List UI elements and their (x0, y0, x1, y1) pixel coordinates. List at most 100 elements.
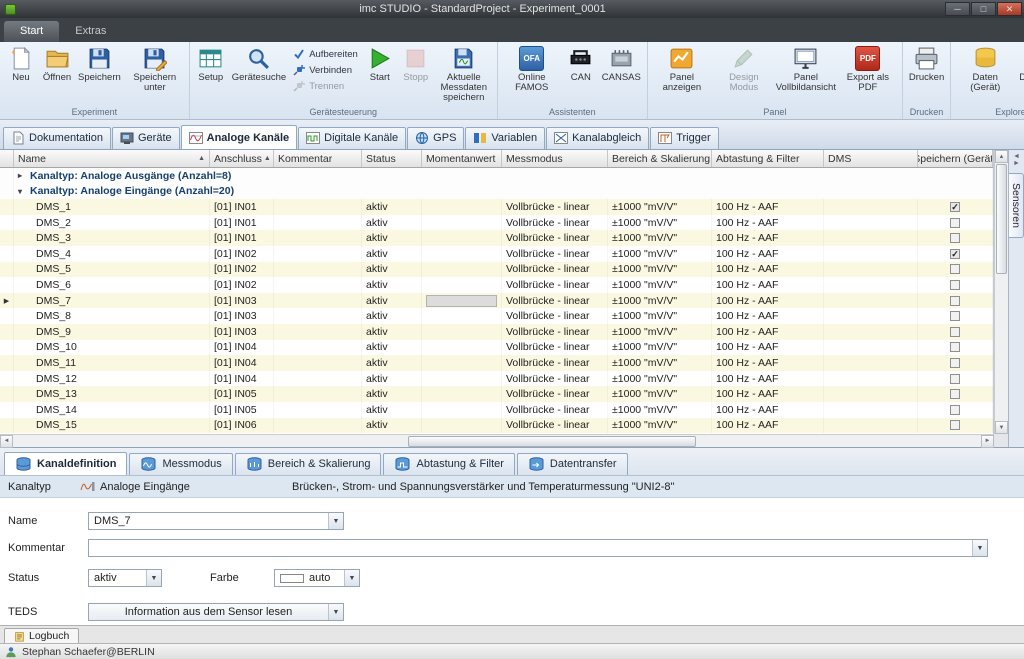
speichern-checkbox[interactable] (950, 389, 960, 399)
column-header-speichern-geraet[interactable]: Speichern (Gerät) (918, 150, 993, 167)
channel-row[interactable]: DMS_4[01] IN02aktivVollbrücke - linear±1… (0, 246, 993, 262)
speichern-checkbox[interactable] (950, 327, 960, 337)
aktuelle-messdaten-speichern-button[interactable]: Aktuelle Messdaten speichern (434, 44, 494, 106)
channel-row[interactable]: DMS_11[01] IN04aktivVollbrücke - linear±… (0, 355, 993, 371)
collapse-strip-icon[interactable]: ◄ (1013, 153, 1020, 160)
design-modus-button[interactable]: Design Modus (713, 44, 775, 106)
channel-row[interactable]: DMS_13[01] IN05aktivVollbrücke - linear±… (0, 386, 993, 402)
speichern-checkbox[interactable] (950, 280, 960, 290)
chevron-down-icon[interactable]: ▼ (972, 540, 987, 556)
status-combobox[interactable]: aktiv ▼ (88, 569, 162, 587)
channel-row[interactable]: DMS_5[01] IN02aktivVollbrücke - linear±1… (0, 262, 993, 278)
detail-tab-datentransfer[interactable]: Datentransfer (517, 453, 628, 475)
speichern-button[interactable]: Speichern (75, 44, 124, 106)
speichern-checkbox[interactable] (950, 233, 960, 243)
column-header-bereich-skalierung[interactable]: Bereich & Skalierung (608, 150, 712, 167)
table-group-row[interactable]: ▾Kanaltyp: Analoge Eingänge (Anzahl=20) (0, 184, 993, 200)
column-header-name[interactable]: Name▲ (14, 150, 210, 167)
column-header-momentanwert[interactable]: Momentanwert (422, 150, 502, 167)
column-header-kommentar[interactable]: Kommentar (274, 150, 362, 167)
collapse-group-icon[interactable]: ▾ (18, 187, 30, 196)
ribbon-tab-start[interactable]: Start (4, 21, 59, 42)
daten-pc-button[interactable]: Daten (PC) (1016, 44, 1024, 106)
close-button[interactable]: ✕ (997, 2, 1022, 16)
channel-row[interactable]: DMS_15[01] IN06aktivVollbrücke - linear±… (0, 418, 993, 434)
detail-tab-kanaldefinition[interactable]: Kanaldefinition (4, 452, 127, 475)
panel-anzeigen-button[interactable]: Panel anzeigen (651, 44, 713, 106)
tab-kanalabgleich[interactable]: Kanalabgleich (546, 127, 649, 149)
vertical-scroll-thumb[interactable] (996, 164, 1007, 274)
expand-strip-icon[interactable]: ► (1013, 160, 1020, 167)
kommentar-combobox[interactable]: ▼ (88, 539, 988, 557)
channel-row[interactable]: ▶DMS_7[01] IN03aktivVollbrücke - linear±… (0, 293, 993, 309)
channel-row[interactable]: DMS_14[01] IN05aktivVollbrücke - linear±… (0, 402, 993, 418)
detail-tab-abtastung-filter[interactable]: Abtastung & Filter (383, 453, 514, 475)
tab-digitale-kanaele[interactable]: Digitale Kanäle (298, 127, 406, 149)
momentanwert-editor[interactable] (426, 295, 497, 307)
tab-analoge-kanaele[interactable]: Analoge Kanäle (181, 125, 298, 149)
detail-tab-messmodus[interactable]: Messmodus (129, 453, 232, 475)
tab-dokumentation[interactable]: Dokumentation (3, 127, 111, 149)
channel-row[interactable]: DMS_3[01] IN01aktivVollbrücke - linear±1… (0, 230, 993, 246)
channel-row[interactable]: DMS_8[01] IN03aktivVollbrücke - linear±1… (0, 308, 993, 324)
channel-row[interactable]: DMS_6[01] IN02aktivVollbrücke - linear±1… (0, 277, 993, 293)
chevron-down-icon[interactable]: ▼ (328, 513, 343, 529)
chevron-down-icon[interactable]: ▼ (344, 570, 359, 586)
can-button[interactable]: CAN (563, 44, 599, 106)
channel-row[interactable]: DMS_9[01] IN03aktivVollbrücke - linear±1… (0, 324, 993, 340)
column-header-dms[interactable]: DMS (824, 150, 918, 167)
speichern-unter-button[interactable]: Speichern unter (124, 44, 186, 106)
minimize-button[interactable]: ─ (945, 2, 970, 16)
online-famos-button[interactable]: OFA Online FAMOS (501, 44, 563, 106)
setup-button[interactable]: Setup (193, 44, 229, 106)
channel-row[interactable]: DMS_10[01] IN04aktivVollbrücke - linear±… (0, 340, 993, 356)
scroll-up-icon[interactable]: ▲ (995, 150, 1008, 163)
verbinden-button[interactable]: Verbinden (293, 64, 358, 76)
channel-row[interactable]: DMS_2[01] IN01aktivVollbrücke - linear±1… (0, 215, 993, 231)
vertical-scrollbar[interactable]: ▲ ▼ (994, 150, 1008, 434)
sensoren-side-tab[interactable]: Sensoren (1009, 173, 1024, 238)
speichern-checkbox[interactable] (950, 405, 960, 415)
scroll-left-icon[interactable]: ◄ (0, 435, 13, 448)
speichern-checkbox[interactable] (950, 342, 960, 352)
tab-trigger[interactable]: Trigger (650, 127, 718, 149)
scroll-right-icon[interactable]: ► (981, 435, 994, 448)
channel-row[interactable]: DMS_12[01] IN04aktivVollbrücke - linear±… (0, 371, 993, 387)
speichern-checkbox[interactable] (950, 264, 960, 274)
stopp-button[interactable]: Stopp (398, 44, 434, 106)
table-group-row[interactable]: ▸Kanaltyp: Analoge Ausgänge (Anzahl=8) (0, 168, 993, 184)
trennen-button[interactable]: Trennen (293, 80, 358, 92)
geraetesuche-button[interactable]: Gerätesuche (229, 44, 289, 106)
channel-row[interactable]: DMS_1[01] IN01aktivVollbrücke - linear±1… (0, 199, 993, 215)
start-button[interactable]: Start (362, 44, 398, 106)
speichern-checkbox[interactable] (950, 218, 960, 228)
chevron-down-icon[interactable]: ▼ (146, 570, 161, 586)
speichern-checkbox[interactable] (950, 311, 960, 321)
speichern-checkbox[interactable] (950, 296, 960, 306)
neu-button[interactable]: Neu (3, 44, 39, 106)
column-header-status[interactable]: Status (362, 150, 422, 167)
speichern-checkbox[interactable] (950, 420, 960, 430)
name-combobox[interactable]: DMS_7 ▼ (88, 512, 344, 530)
column-header-abtastung-filter[interactable]: Abtastung & Filter (712, 150, 824, 167)
horizontal-scroll-thumb[interactable] (408, 436, 696, 447)
scroll-down-icon[interactable]: ▼ (995, 421, 1008, 434)
export-als-pdf-button[interactable]: PDF Export als PDF (837, 44, 899, 106)
ribbon-tab-extras[interactable]: Extras (59, 21, 122, 42)
maximize-button[interactable]: □ (971, 2, 996, 16)
speichern-checkbox[interactable] (950, 358, 960, 368)
logbuch-tab[interactable]: Logbuch (4, 628, 79, 643)
detail-tab-bereich-skalierung[interactable]: Bereich & Skalierung (235, 453, 382, 475)
cansas-button[interactable]: CANSAS (599, 44, 644, 106)
speichern-checkbox[interactable] (950, 374, 960, 384)
oeffnen-button[interactable]: Öffnen (39, 44, 75, 106)
tab-variablen[interactable]: Variablen (465, 127, 545, 149)
speichern-checkbox[interactable]: ✓ (950, 249, 960, 259)
teds-read-sensor-button[interactable]: Information aus dem Sensor lesen ▼ (88, 603, 344, 621)
aufbereiten-button[interactable]: Aufbereiten (293, 48, 358, 60)
tab-geraete[interactable]: Geräte (112, 127, 180, 149)
tab-gps[interactable]: GPS (407, 127, 464, 149)
daten-geraet-button[interactable]: Daten (Gerät) (954, 44, 1016, 106)
speichern-checkbox[interactable]: ✓ (950, 202, 960, 212)
expand-group-icon[interactable]: ▸ (18, 171, 30, 180)
